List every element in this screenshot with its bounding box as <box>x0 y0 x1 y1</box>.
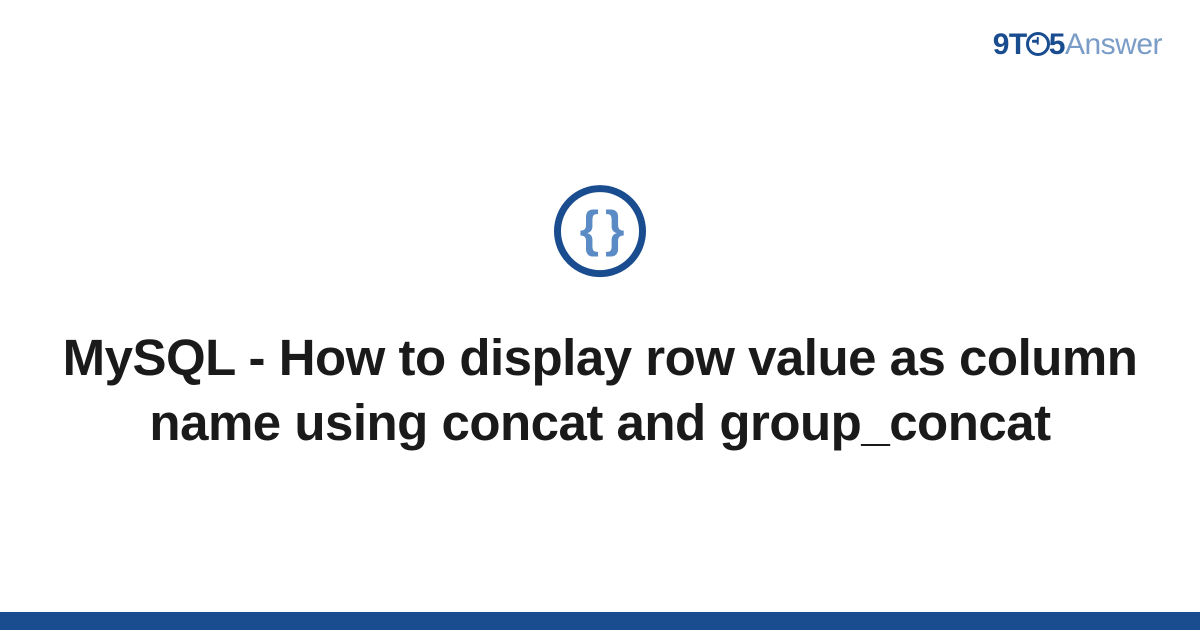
logo-prefix: 9T <box>993 28 1027 61</box>
site-logo: 9T 5Answer <box>993 28 1162 62</box>
braces-glyph: { } <box>580 204 621 254</box>
clock-icon <box>1026 32 1050 56</box>
main-content: { } MySQL - How to display row value as … <box>0 185 1200 456</box>
logo-suffix: 5 <box>1049 28 1065 61</box>
code-braces-icon: { } <box>554 185 646 277</box>
page-title: MySQL - How to display row value as colu… <box>0 325 1200 456</box>
footer-accent-bar <box>0 612 1200 630</box>
logo-word: Answer <box>1065 28 1162 61</box>
